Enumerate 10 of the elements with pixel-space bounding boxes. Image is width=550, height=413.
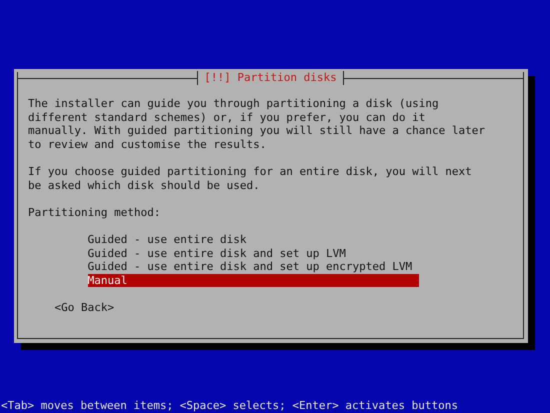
dialog-title: [!!] Partition disks — [197, 71, 344, 85]
menu-option[interactable]: Manual — [88, 274, 419, 288]
menu-option[interactable]: Guided - use entire disk and set up encrypted LVM — [88, 260, 419, 274]
description-text: The installer can guide you through partitioning a disk (using different standard schemes) or, if you prefer, you can do it manually. With guided partitioning you will still have a chance later to review and customise the results. — [28, 97, 485, 152]
menu-option[interactable]: Guided - use entire disk and set up LVM — [88, 246, 419, 260]
menu-option[interactable]: Guided - use entire disk — [88, 232, 419, 247]
description-text: If you choose guided partitioning for an entire disk, you will next be asked which disk should be used. — [28, 164, 473, 192]
go-back-button[interactable]: <Go Back> — [54, 300, 114, 314]
status-bar-text: <Tab> moves between items; <Space> selects; <Enter> activates buttons — [0, 399, 459, 413]
list-label: Partitioning method: — [28, 206, 162, 220]
